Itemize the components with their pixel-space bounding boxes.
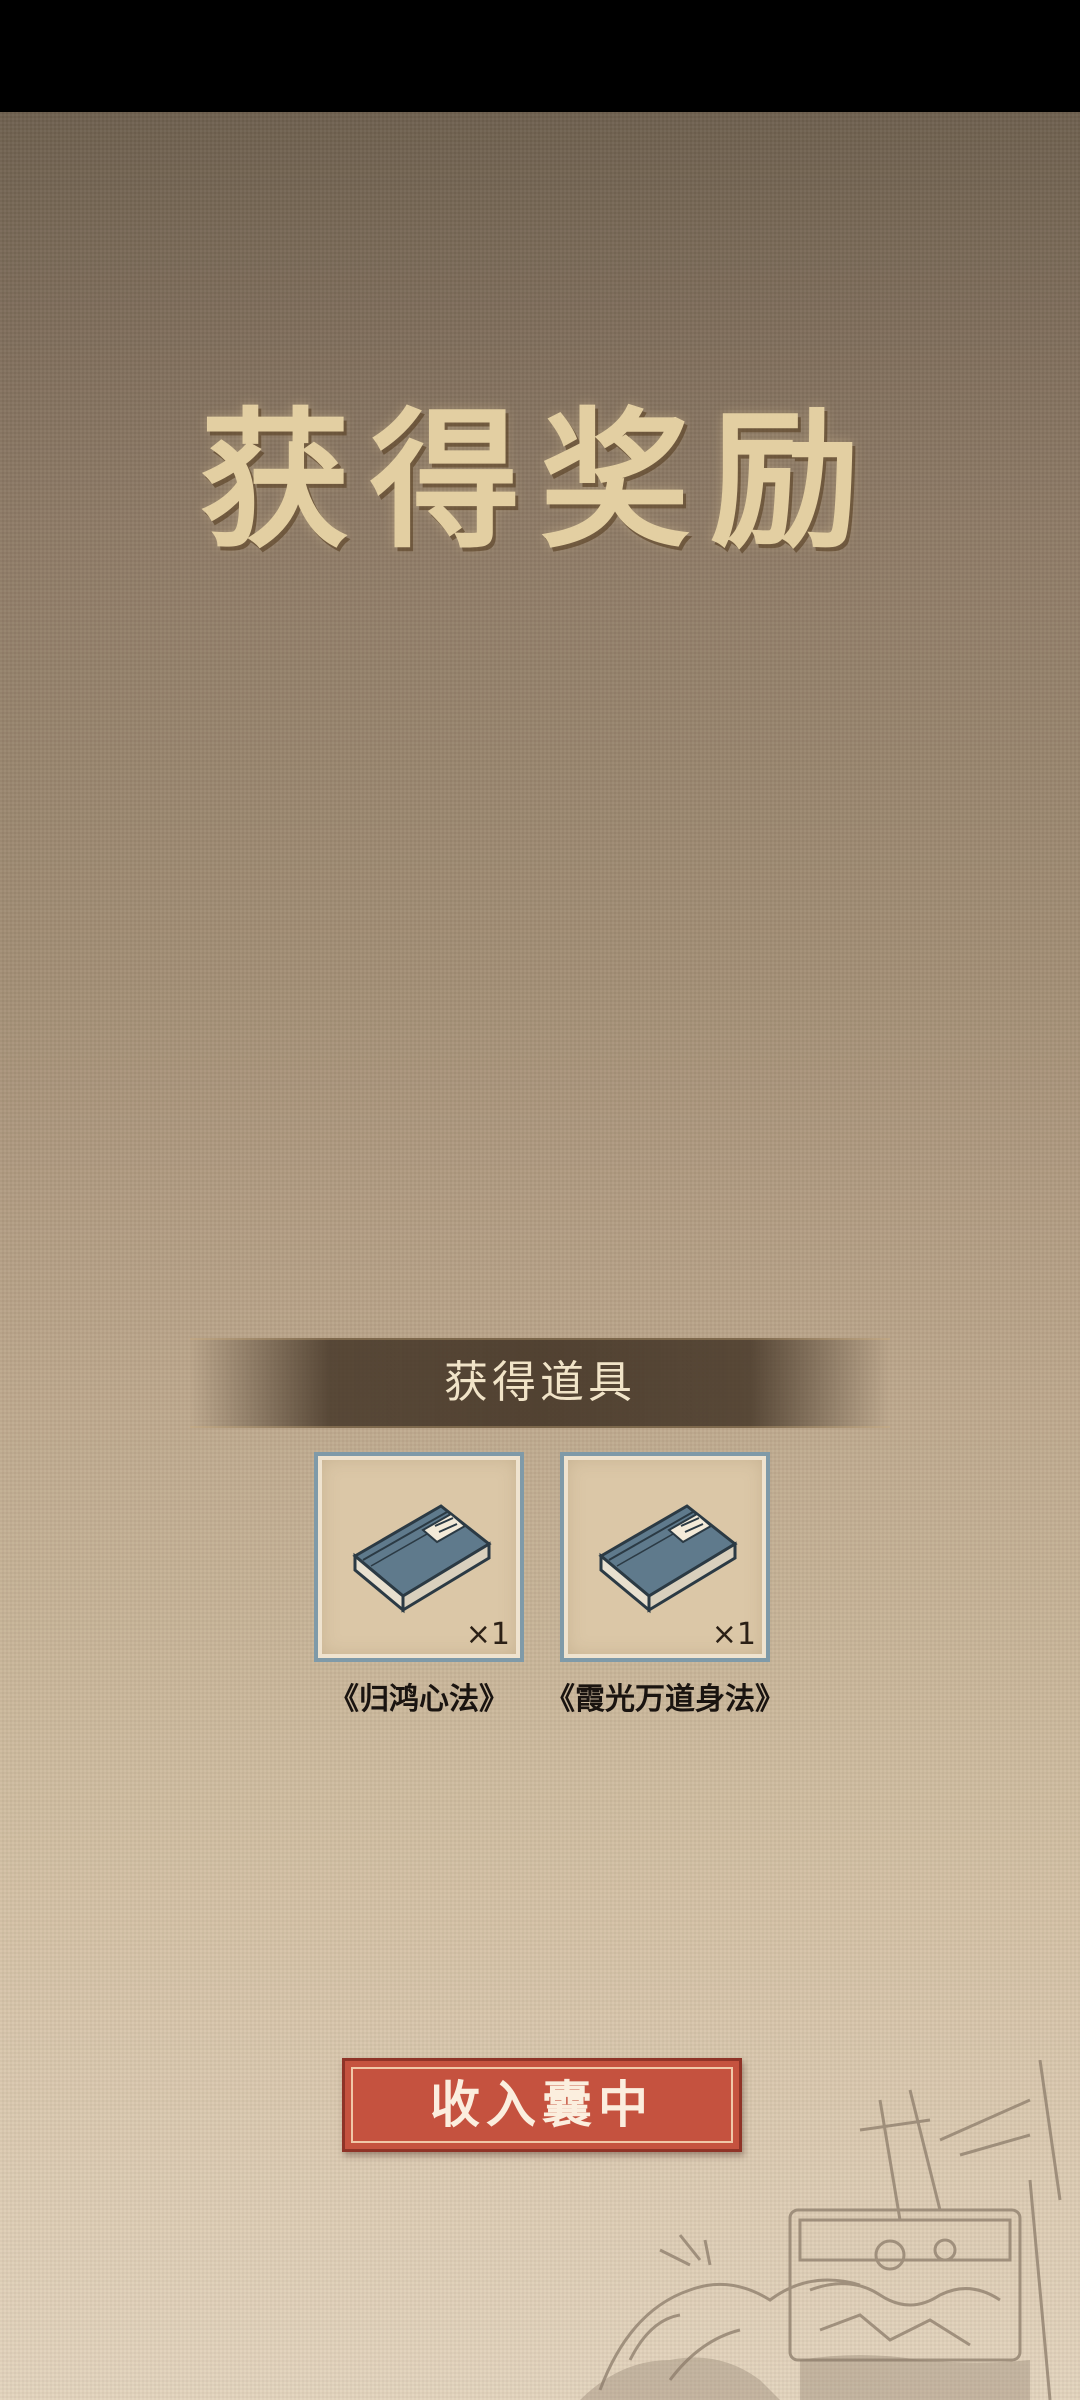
reward-screen: 获得奖励 获得道具 ×1 《归鸿心法》 ×1 《霞光万道身法》 收入囊中 [0,0,1080,2400]
reward-item[interactable]: ×1 《归鸿心法》 [314,1452,524,1717]
section-label: 获得道具 [444,1357,636,1408]
item-quantity: ×1 [465,1617,510,1652]
reward-title: 获得奖励 [199,393,880,569]
reward-item[interactable]: ×1 《霞光万道身法》 [545,1452,785,1717]
status-bar [0,0,1080,112]
section-banner: 获得道具 [190,1338,890,1428]
manual-book-icon [598,1504,738,1614]
manual-book-icon [352,1504,492,1614]
collect-button[interactable]: 收入囊中 [342,2058,742,2152]
item-card[interactable]: ×1 [314,1452,524,1662]
item-name: 《霞光万道身法》 [545,1682,785,1717]
collect-button-label: 收入囊中 [430,2076,654,2134]
item-quantity: ×1 [711,1617,756,1652]
item-card[interactable]: ×1 [560,1452,770,1662]
